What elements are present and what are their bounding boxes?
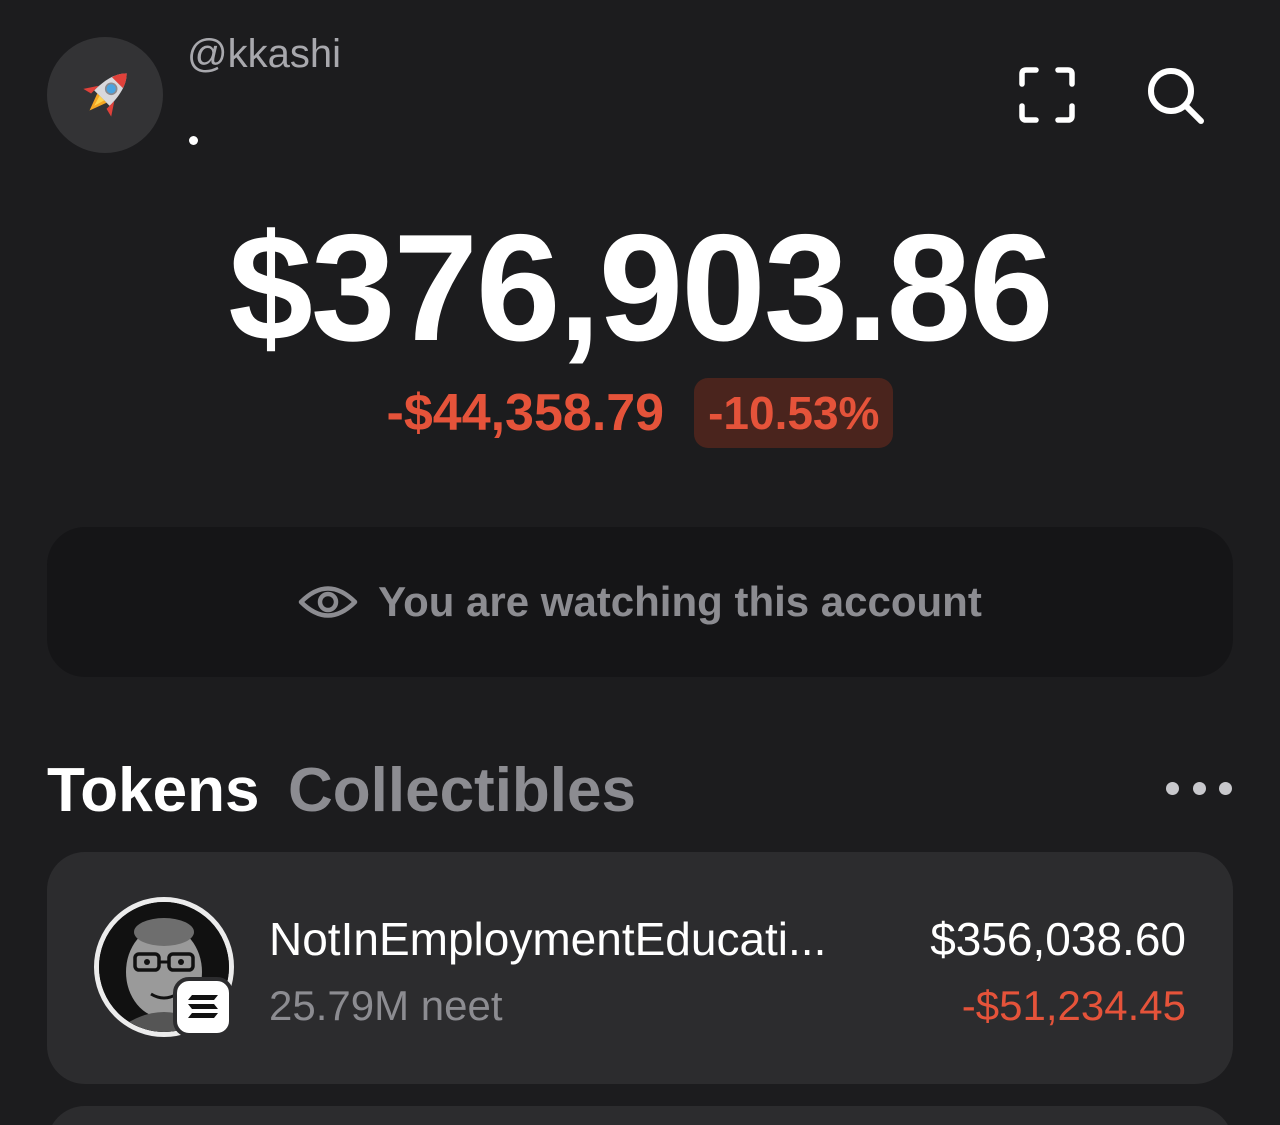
wallet-screen: @kkashi $376,903.86 -$44,358.79 -10.53% … xyxy=(0,0,1280,1125)
token-row[interactable] xyxy=(47,1106,1233,1125)
search-icon xyxy=(1148,68,1204,124)
balance-change-value: -$44,358.79 xyxy=(386,384,665,442)
scan-icon xyxy=(1019,67,1075,123)
search-button[interactable] xyxy=(1140,60,1210,130)
balance-change-row: -$44,358.79 -10.53% xyxy=(0,378,1280,448)
more-dots-icon xyxy=(1219,781,1232,795)
token-change: -$51,234.45 xyxy=(961,982,1186,1029)
avatar[interactable] xyxy=(47,37,163,153)
rocket-icon xyxy=(83,73,127,117)
solana-icon xyxy=(188,995,218,1018)
watching-text: You are watching this account xyxy=(378,578,982,625)
balance-change-percent-badge: -10.53% xyxy=(694,378,894,448)
token-value: $356,038.60 xyxy=(930,913,1186,965)
watching-banner: You are watching this account xyxy=(47,527,1233,677)
token-name: NotInEmploymentEducati... xyxy=(269,913,827,965)
tab-collectibles[interactable]: Collectibles xyxy=(288,755,636,826)
token-row[interactable]: NotInEmploymentEducati... 25.79M neet $3… xyxy=(47,852,1233,1084)
more-dots-icon xyxy=(1192,781,1206,795)
username: @kkashi xyxy=(187,32,341,76)
status-dot xyxy=(189,136,198,145)
scan-button[interactable] xyxy=(1012,60,1082,130)
chain-badge xyxy=(173,977,233,1037)
token-amount: 25.79M neet xyxy=(269,982,503,1029)
more-button[interactable] xyxy=(1166,770,1232,806)
eye-icon xyxy=(298,586,358,618)
more-dots-icon xyxy=(1166,781,1179,795)
total-balance: $376,903.86 xyxy=(228,203,1053,373)
tab-tokens[interactable]: Tokens xyxy=(47,755,259,826)
